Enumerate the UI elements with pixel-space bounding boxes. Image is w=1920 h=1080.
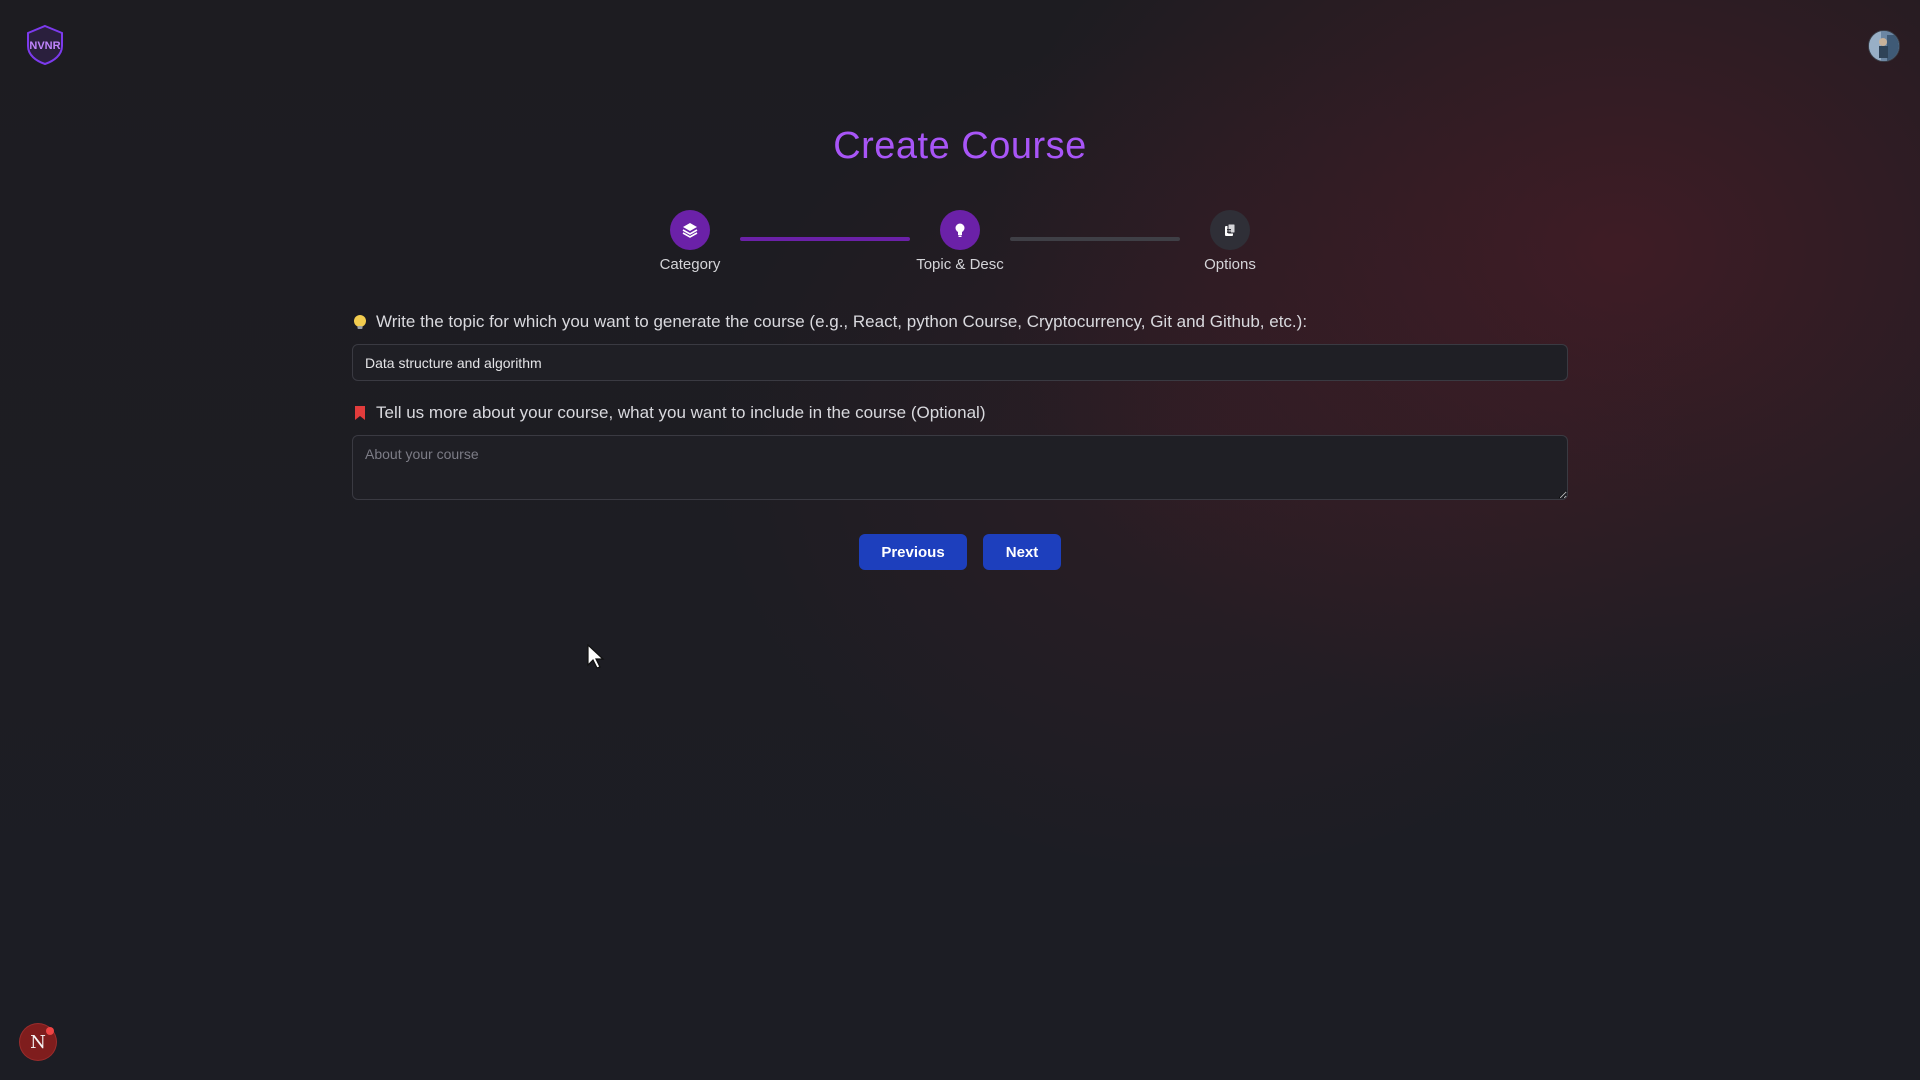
page-title: Create Course [833,125,1087,167]
course-stepper: Category Topic & Desc Options [0,210,1920,280]
description-label-row: Tell us more about your course, what you… [352,401,1568,425]
step-label: Options [1204,256,1256,273]
lightbulb-icon [940,210,980,250]
next-button[interactable]: Next [983,534,1061,570]
dev-badge-letter: N [30,1031,46,1053]
step-label: Category [659,256,721,273]
step-category[interactable]: Category [620,210,760,273]
notification-dot-icon [46,1027,54,1035]
clipboard-icon [1210,210,1250,250]
topic-label: Write the topic for which you want to ge… [376,312,1308,331]
user-avatar[interactable] [1868,30,1900,62]
previous-button[interactable]: Previous [859,534,967,570]
topic-label-row: Write the topic for which you want to ge… [352,310,1568,334]
topic-input[interactable] [352,344,1568,381]
logo-text: NVNR [29,40,60,52]
shield-logo-icon: NVNR [27,24,63,66]
description-label: Tell us more about your course, what you… [376,403,986,422]
course-form: Write the topic for which you want to ge… [352,310,1568,505]
avatar-image [1869,31,1899,61]
step-label: Topic & Desc [916,256,1004,273]
mouse-pointer-icon [586,643,606,670]
dev-tools-badge[interactable]: N [20,1024,56,1060]
nvnr-logo[interactable]: NVNR [24,24,66,66]
layers-icon [670,210,710,250]
step-topic-desc[interactable]: Topic & Desc [890,210,1030,273]
lightbulb-emoji-icon [352,314,368,330]
step-options[interactable]: Options [1160,210,1300,273]
stepper-connector-2 [1010,237,1180,241]
bookmark-icon [352,405,368,421]
form-actions: Previous Next [0,534,1920,570]
stepper-connector-1 [740,237,910,241]
description-textarea[interactable] [352,435,1568,500]
